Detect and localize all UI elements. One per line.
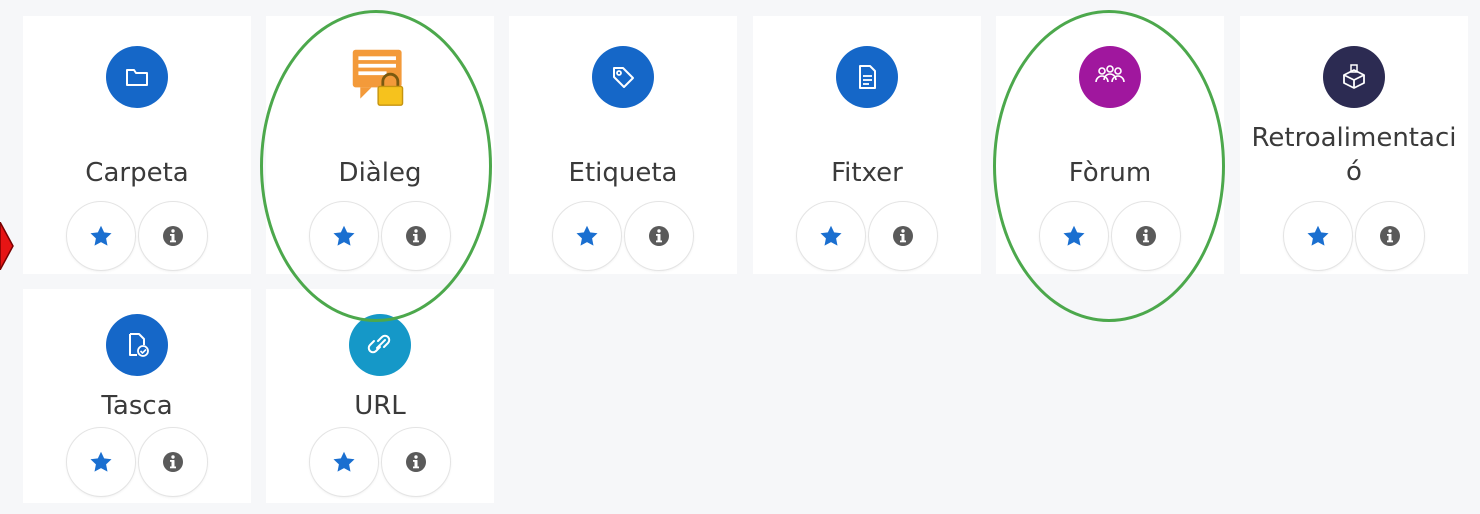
- info-icon: [163, 226, 183, 246]
- star-button[interactable]: [309, 201, 379, 271]
- star-icon: [90, 451, 112, 472]
- star-icon: [333, 225, 355, 246]
- info-button[interactable]: [138, 427, 208, 497]
- info-icon: [649, 226, 669, 246]
- star-icon: [576, 225, 598, 246]
- activity-card-forum[interactable]: Fòrum: [996, 16, 1224, 274]
- tag-icon: [592, 46, 654, 108]
- info-icon: [406, 452, 426, 472]
- info-icon: [406, 226, 426, 246]
- activity-label: Fitxer: [831, 158, 903, 188]
- info-button[interactable]: [1355, 201, 1425, 271]
- activity-label: URL: [354, 391, 406, 421]
- star-icon: [90, 225, 112, 246]
- star-icon: [333, 451, 355, 472]
- star-button[interactable]: [66, 427, 136, 497]
- info-button[interactable]: [868, 201, 938, 271]
- forum-people-icon: [1079, 46, 1141, 108]
- star-button[interactable]: [1283, 201, 1353, 271]
- activity-label: Diàleg: [338, 158, 422, 188]
- info-icon: [163, 452, 183, 472]
- dialog-lock-icon: [349, 46, 411, 108]
- activity-card-url[interactable]: URL: [266, 289, 494, 503]
- activity-label: Tasca: [101, 391, 173, 421]
- folder-icon: [106, 46, 168, 108]
- assignment-icon: [106, 314, 168, 376]
- link-icon: [349, 314, 411, 376]
- star-icon: [820, 225, 842, 246]
- activity-label: Carpeta: [85, 158, 189, 188]
- star-button[interactable]: [1039, 201, 1109, 271]
- star-icon: [1307, 225, 1329, 246]
- activity-card-fitxer[interactable]: Fitxer: [753, 16, 981, 274]
- star-icon: [1063, 225, 1085, 246]
- activity-label: Retroalimentaci ó: [1240, 121, 1468, 189]
- info-button[interactable]: [381, 201, 451, 271]
- star-button[interactable]: [309, 427, 379, 497]
- activity-label: Etiqueta: [568, 158, 678, 188]
- red-pointer-arrow-icon: [0, 222, 14, 270]
- activity-card-retroalimentacio[interactable]: Retroalimentaci ó: [1240, 16, 1468, 274]
- info-button[interactable]: [1111, 201, 1181, 271]
- activity-label: Fòrum: [1068, 158, 1152, 188]
- info-icon: [893, 226, 913, 246]
- star-button[interactable]: [66, 201, 136, 271]
- feedback-box-icon: [1323, 46, 1385, 108]
- file-icon: [836, 46, 898, 108]
- activity-label-text: Retroalimentaci ó: [1251, 123, 1457, 187]
- star-button[interactable]: [552, 201, 622, 271]
- info-icon: [1136, 226, 1156, 246]
- activity-card-dialeg[interactable]: Diàleg: [266, 16, 494, 274]
- star-button[interactable]: [796, 201, 866, 271]
- activity-card-carpeta[interactable]: Carpeta: [23, 16, 251, 274]
- info-button[interactable]: [381, 427, 451, 497]
- info-button[interactable]: [624, 201, 694, 271]
- info-icon: [1380, 226, 1400, 246]
- info-button[interactable]: [138, 201, 208, 271]
- activity-card-etiqueta[interactable]: Etiqueta: [509, 16, 737, 274]
- activity-card-tasca[interactable]: Tasca: [23, 289, 251, 503]
